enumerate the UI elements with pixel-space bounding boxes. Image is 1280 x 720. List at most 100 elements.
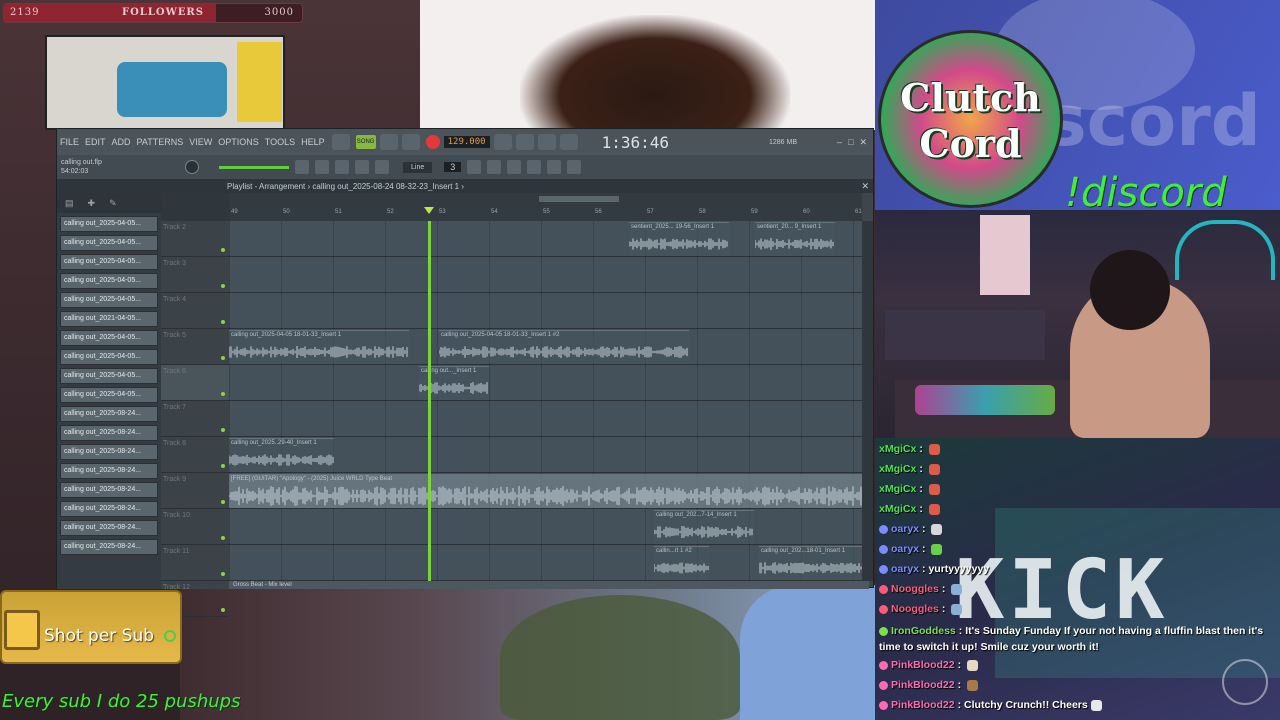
track-active-dot[interactable] <box>221 572 225 576</box>
arrow-icon[interactable] <box>315 160 329 174</box>
menu-tools[interactable]: TOOLS <box>262 137 298 147</box>
menu-add[interactable]: ADD <box>109 137 134 147</box>
pattern-item[interactable]: calling out_2025-04-05... <box>60 216 158 232</box>
pattern-item[interactable]: calling out_2025-08-24... <box>60 406 158 422</box>
pattern-item[interactable]: calling out_2025-04-05... <box>60 254 158 270</box>
track-label[interactable]: Track 6 <box>161 365 229 401</box>
track-label[interactable]: Track 4 <box>161 293 229 329</box>
pattern-menu-icon[interactable]: ▤ <box>65 198 74 209</box>
audio-clip[interactable]: calling out_2025-04-05 18-01-33_Insert 1 <box>229 330 409 364</box>
pattern-item[interactable]: calling out_2025-04-05... <box>60 235 158 251</box>
countdown-icon[interactable] <box>537 134 556 150</box>
fl-studio-window[interactable]: FILE EDIT ADD PATTERNS VIEW OPTIONS TOOL… <box>56 128 874 617</box>
channel-rack-icon[interactable] <box>487 160 502 174</box>
chat-username[interactable]: xMgiCx <box>879 503 916 515</box>
audio-clip[interactable]: callin...rt 1 #2 <box>654 546 709 580</box>
chat-username[interactable]: xMgiCx <box>879 463 916 475</box>
cpu-icon[interactable] <box>567 160 582 174</box>
chat-username[interactable]: PinkBlood22 <box>891 699 955 711</box>
pattern-edit-icon[interactable]: ✎ <box>109 198 117 209</box>
menu-view[interactable]: VIEW <box>186 137 215 147</box>
pattern-item[interactable]: calling out_2025-08-24... <box>60 539 158 555</box>
audio-clip[interactable]: sentient_2025... 19-56_Insert 1 <box>629 222 729 256</box>
audio-clip[interactable]: calling out_2025-04-05 18-01-33_Insert 1… <box>439 330 689 364</box>
track-label[interactable]: Track 7 <box>161 401 229 437</box>
horizontal-scrollbar[interactable] <box>539 196 619 202</box>
vertical-scrollbar[interactable] <box>862 221 873 581</box>
pattern-item[interactable]: calling out_2025-04-05... <box>60 368 158 384</box>
menu-edit[interactable]: EDIT <box>82 137 109 147</box>
browser-icon[interactable] <box>527 160 542 174</box>
step-display[interactable]: 3 <box>444 162 462 172</box>
audio-clip[interactable]: calling out_2025..29-40_Insert 1 <box>229 438 334 472</box>
pattern-item[interactable]: calling out_2025-04-05... <box>60 349 158 365</box>
playlist-close-icon[interactable]: ✕ <box>861 181 869 192</box>
playlist-icon[interactable] <box>467 160 482 174</box>
menu-help[interactable]: HELP <box>298 137 328 147</box>
track-active-dot[interactable] <box>221 500 225 504</box>
track-active-dot[interactable] <box>221 392 225 396</box>
pattern-item[interactable]: calling out_2025-04-05... <box>60 330 158 346</box>
chat-username[interactable]: oaryx <box>891 523 919 535</box>
pattern-item[interactable]: calling out_2025-08-24... <box>60 482 158 498</box>
track-label[interactable]: Track 8 <box>161 437 229 473</box>
track-active-dot[interactable] <box>221 464 225 468</box>
track-active-dot[interactable] <box>221 320 225 324</box>
chat-username[interactable]: PinkBlood22 <box>891 679 955 691</box>
audio-clip[interactable]: sentient_20... 9_Insert 1 <box>755 222 835 256</box>
track-label[interactable]: Track 10 <box>161 509 229 545</box>
plug-icon[interactable] <box>355 160 369 174</box>
stop-button[interactable] <box>401 134 420 150</box>
stamp-icon[interactable] <box>375 160 389 174</box>
chat-username[interactable]: xMgiCx <box>879 483 916 495</box>
track-label[interactable]: Track 3 <box>161 257 229 293</box>
pattern-item[interactable]: calling out_2025-08-24... <box>60 463 158 479</box>
close-icon[interactable]: ✕ <box>859 137 867 148</box>
audio-clip[interactable]: calling out_202...7-14_Insert 1 <box>654 510 754 544</box>
chat-username[interactable]: oaryx <box>891 543 919 555</box>
plugin-picker-icon[interactable] <box>547 160 562 174</box>
track-lanes[interactable]: sentient_2025... 19-56_Insert 1 sentient_… <box>229 221 862 581</box>
pattern-item[interactable]: calling out_2021-04-05... <box>60 311 158 327</box>
track-active-dot[interactable] <box>221 608 225 612</box>
snap-select[interactable]: Line <box>403 161 433 173</box>
record-button[interactable] <box>425 135 440 149</box>
song-mode-toggle[interactable]: SONG <box>355 135 376 149</box>
wait-input-icon[interactable] <box>515 134 534 150</box>
piano-roll-icon[interactable] <box>295 160 309 174</box>
track-label[interactable]: Track 11 <box>161 545 229 581</box>
metronome-icon[interactable] <box>493 134 512 150</box>
maximize-icon[interactable]: □ <box>848 137 853 147</box>
playhead-marker-icon[interactable] <box>424 207 434 214</box>
loop-record-icon[interactable] <box>559 134 578 150</box>
menu-file[interactable]: FILE <box>57 137 82 147</box>
menu-patterns[interactable]: PATTERNS <box>134 137 187 147</box>
chat-username[interactable]: Nooggles <box>891 583 939 595</box>
pattern-item[interactable]: calling out_2025-08-24... <box>60 444 158 460</box>
mixer-icon[interactable] <box>507 160 522 174</box>
minimize-icon[interactable]: – <box>837 137 842 147</box>
track-active-dot[interactable] <box>221 248 225 252</box>
pause-button[interactable] <box>379 134 398 150</box>
track-label[interactable]: Track 2 <box>161 221 229 257</box>
audio-clip[interactable]: calling out_202...18-01_Insert 1 <box>759 546 862 580</box>
pattern-item[interactable]: calling out_2025-08-24... <box>60 520 158 536</box>
track-label[interactable]: Track 5 <box>161 329 229 365</box>
pitch-knob-icon[interactable] <box>185 160 199 174</box>
pattern-item[interactable]: calling out_2025-04-05... <box>60 273 158 289</box>
audio-clip[interactable]: [FREE] (GUITAR) "Apology" - (2025) Juice… <box>229 474 862 508</box>
track-active-dot[interactable] <box>221 428 225 432</box>
track-active-dot[interactable] <box>221 536 225 540</box>
chat-username[interactable]: IronGoddess <box>891 625 956 637</box>
playlist-grid[interactable]: 49 50 51 52 53 54 55 56 57 58 59 60 61 sentient_2025… <box>229 193 862 581</box>
track-active-dot[interactable] <box>221 356 225 360</box>
pattern-item[interactable]: calling out_2025-04-05... <box>60 292 158 308</box>
pencil-icon[interactable] <box>335 160 349 174</box>
tempo-display[interactable]: 129.000 <box>443 136 490 148</box>
menu-options[interactable]: OPTIONS <box>215 137 262 147</box>
pattern-item[interactable]: calling out_2025-04-05... <box>60 387 158 403</box>
chat-username[interactable]: oaryx <box>891 563 919 575</box>
chat-username[interactable]: Nooggles <box>891 603 939 615</box>
pattern-item[interactable]: calling out_2025-08-24... <box>60 501 158 517</box>
track-active-dot[interactable] <box>221 284 225 288</box>
